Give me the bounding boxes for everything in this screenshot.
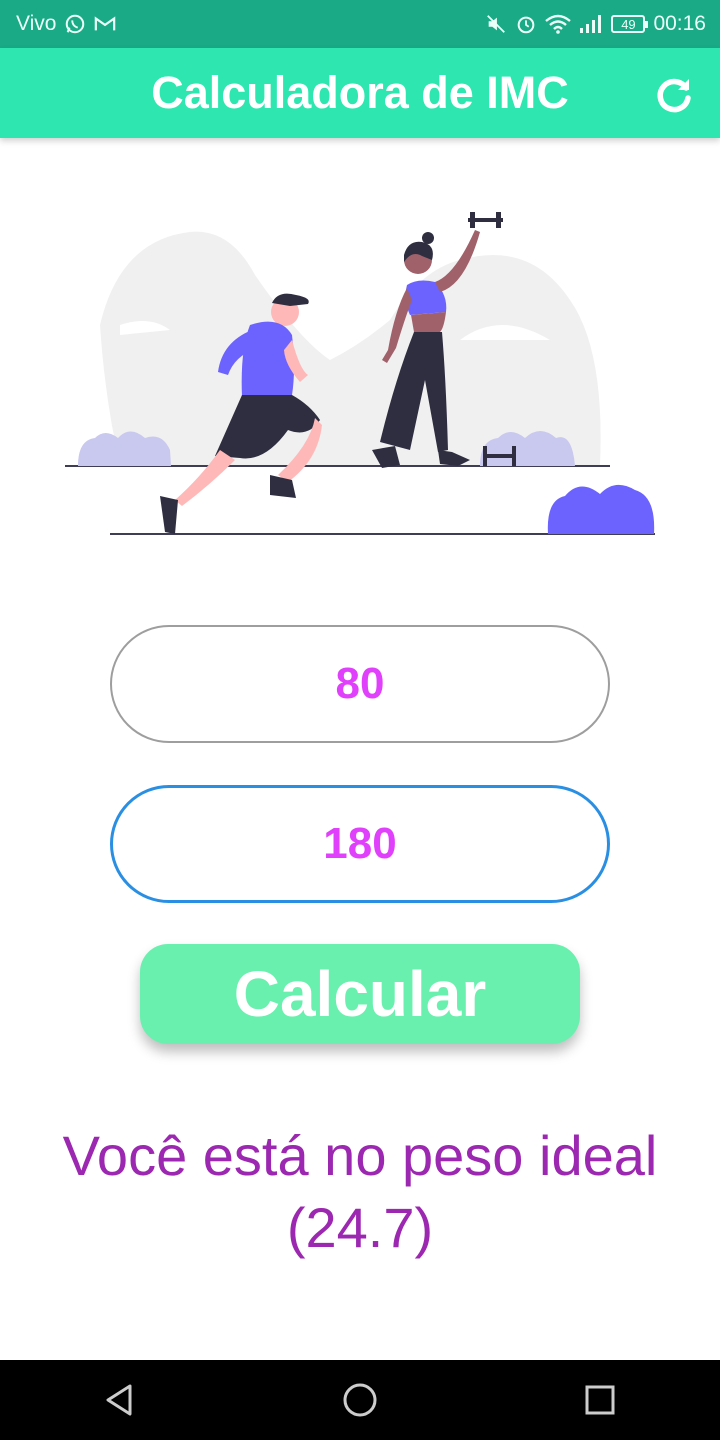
signal-icon — [579, 14, 603, 34]
clock: 00:16 — [653, 12, 706, 35]
status-right: 49 00:16 — [485, 12, 706, 36]
weight-input[interactable] — [112, 658, 608, 710]
result-message: Você está no peso ideal — [62, 1124, 658, 1187]
refresh-icon — [657, 78, 691, 113]
recents-square-icon — [585, 1385, 615, 1415]
result-text: Você está no peso ideal (24.7) — [20, 1120, 700, 1264]
navigation-bar — [0, 1360, 720, 1440]
gmail-icon — [94, 15, 116, 33]
height-input[interactable] — [113, 818, 607, 870]
app-title: Calculadora de IMC — [151, 67, 569, 118]
status-bar: Vivo 49 00:16 — [0, 0, 720, 48]
calculate-button[interactable]: Calcular — [140, 944, 580, 1044]
wifi-icon — [545, 14, 572, 34]
alarm-icon — [515, 13, 537, 35]
app-bar: Calculadora de IMC — [0, 48, 720, 138]
result-value: (24.7) — [286, 1196, 434, 1259]
home-circle-icon — [343, 1383, 377, 1417]
carrier-name: Vivo — [16, 12, 57, 35]
home-button[interactable] — [330, 1370, 390, 1430]
back-button[interactable] — [90, 1370, 150, 1430]
weight-input-field[interactable] — [110, 625, 610, 743]
mute-icon — [485, 13, 507, 35]
fitness-illustration — [65, 212, 655, 535]
back-triangle-icon — [106, 1384, 132, 1416]
battery-icon: 49 — [611, 15, 649, 33]
refresh-button[interactable] — [652, 72, 696, 116]
height-input-field[interactable] — [110, 785, 610, 903]
whatsapp-icon — [64, 13, 86, 35]
recents-button[interactable] — [570, 1370, 630, 1430]
status-left: Vivo — [16, 12, 116, 36]
